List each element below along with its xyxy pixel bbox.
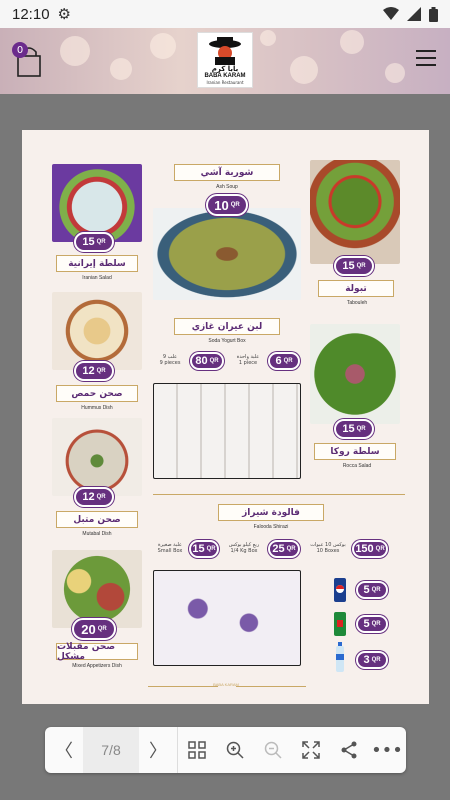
price-badge: 15 QR — [334, 419, 374, 439]
more-dots-icon: ••• — [371, 739, 403, 761]
divider — [236, 686, 306, 687]
price-badge: 25 QR — [268, 540, 300, 558]
chef-hat-logo-icon — [209, 37, 241, 65]
chevron-right-icon: 〉 — [149, 741, 167, 762]
dish-label-arabic: لبن عيران غازي — [174, 318, 280, 335]
yogurt-box-photo — [153, 383, 301, 479]
price-badge: 20 QR — [72, 618, 116, 640]
mixed-appetizers-photo — [52, 550, 142, 628]
price-badge: 10 QR — [206, 194, 248, 216]
battery-icon — [429, 6, 438, 22]
price-badge: 3 QR — [356, 651, 388, 669]
price-badge: 5 QR — [356, 615, 388, 633]
tabouleh-photo — [310, 160, 400, 264]
price-badge: 15 QR — [74, 232, 114, 252]
settings-gear-icon: ⚙ — [57, 5, 71, 23]
share-button[interactable] — [330, 727, 368, 773]
falooda-box-photo — [153, 570, 301, 666]
dish-label-arabic: تبولة — [318, 280, 394, 297]
price-badge: 5 QR — [356, 581, 388, 599]
dish-label-english: Soda Yogurt Box — [208, 338, 246, 344]
dish-label-english: Ash Soup — [216, 184, 238, 190]
app-header: 0 بابا كرم BABA KARAM Iranian Restaurant — [0, 28, 450, 94]
ash-soup-photo — [153, 208, 301, 300]
option-text: ربع كيلو بوكس 1/4 Kg Box — [228, 542, 260, 554]
viewer-toolbar: 〈 7/8 〉 ••• — [45, 727, 406, 773]
zoom-in-button[interactable] — [216, 727, 254, 773]
dish-label-english: Mixed Appetizers Dish — [72, 663, 122, 669]
grid-view-button[interactable] — [178, 727, 216, 773]
dish-label-english: Falooda Shirazi — [253, 524, 289, 530]
option-text: علبة واحدة 1 piece — [236, 354, 260, 366]
page-indicator[interactable]: 7/8 — [83, 727, 139, 773]
hamburger-menu-button[interactable] — [416, 50, 436, 66]
hummus-photo — [52, 292, 142, 370]
fullscreen-button[interactable] — [292, 727, 330, 773]
status-bar: 12:10 ⚙ — [0, 0, 450, 28]
zoom-out-icon — [264, 741, 282, 759]
wifi-icon — [383, 7, 399, 20]
logo-english-text: BABA KARAM — [204, 73, 246, 79]
rocca-salad-photo — [310, 324, 400, 424]
signal-icon — [407, 7, 421, 21]
dish-label-arabic: صحن مقبلات مشكل — [56, 642, 138, 662]
dish-label-arabic: صحن متبل — [56, 511, 138, 528]
logo-subtitle: Iranian Restaurant — [206, 80, 244, 85]
cart-count-badge: 0 — [12, 42, 28, 58]
dish-label-english: Iranian Salad — [82, 275, 112, 281]
status-time: 12:10 — [12, 5, 50, 23]
restaurant-logo[interactable]: بابا كرم BABA KARAM Iranian Restaurant — [197, 32, 253, 88]
price-badge: 150 QR — [352, 540, 388, 558]
dish-label-english: Hummus Dish — [81, 405, 113, 411]
fullscreen-icon — [302, 741, 320, 759]
cart-button[interactable]: 0 — [12, 42, 46, 78]
price-badge: 15 QR — [334, 256, 374, 276]
price-badge: 6 QR — [268, 352, 300, 370]
pepsi-can-icon — [334, 578, 346, 602]
dish-label-english: Rocca Salad — [342, 463, 372, 469]
price-badge: 15 QR — [189, 540, 219, 558]
zoom-in-icon — [226, 741, 244, 759]
iranian-salad-photo — [52, 164, 142, 242]
dish-label-english: Mutabal Dish — [82, 531, 112, 537]
price-badge: 12 QR — [74, 361, 114, 381]
dish-label-english: Tabouleh — [346, 300, 368, 306]
chevron-left-icon: 〈 — [55, 741, 73, 762]
mutabal-photo — [52, 418, 142, 496]
dish-label-arabic: فالودة شيراز — [218, 504, 324, 521]
pdf-viewer: 〈 〉 15QR سلطة إيرانية Iranian Salad 12QR… — [0, 94, 450, 800]
zoom-out-button[interactable] — [254, 727, 292, 773]
dish-label-arabic: سلطة روكا — [314, 443, 396, 460]
previous-page-button[interactable]: 〈 — [45, 727, 83, 773]
more-options-button[interactable]: ••• — [368, 727, 406, 773]
price-badge: 12 QR — [74, 487, 114, 507]
grid-icon — [188, 741, 206, 759]
share-icon — [341, 741, 357, 759]
logo-arabic-text: بابا كرم — [211, 65, 239, 73]
dish-label-arabic: سلطة إيرانية — [56, 255, 138, 272]
dish-label-arabic: شوربة آشي — [174, 164, 280, 181]
price-badge: 80 QR — [190, 352, 224, 370]
option-text: 9 علب 9 pieces — [159, 354, 181, 366]
option-text: بوكس 10 عبوات 10 Boxes — [310, 542, 346, 554]
water-bottle-icon — [336, 642, 344, 672]
menu-page: 15 QR سلطة إيرانية Iranian Salad 12 QR صحن… — [22, 130, 429, 704]
dish-label-arabic: صحن حمص — [56, 385, 138, 402]
next-page-button[interactable]: 〉 — [139, 727, 177, 773]
7up-can-icon — [334, 612, 346, 636]
divider — [153, 494, 405, 495]
option-text: علبة صغيرة Small Box — [157, 542, 183, 554]
